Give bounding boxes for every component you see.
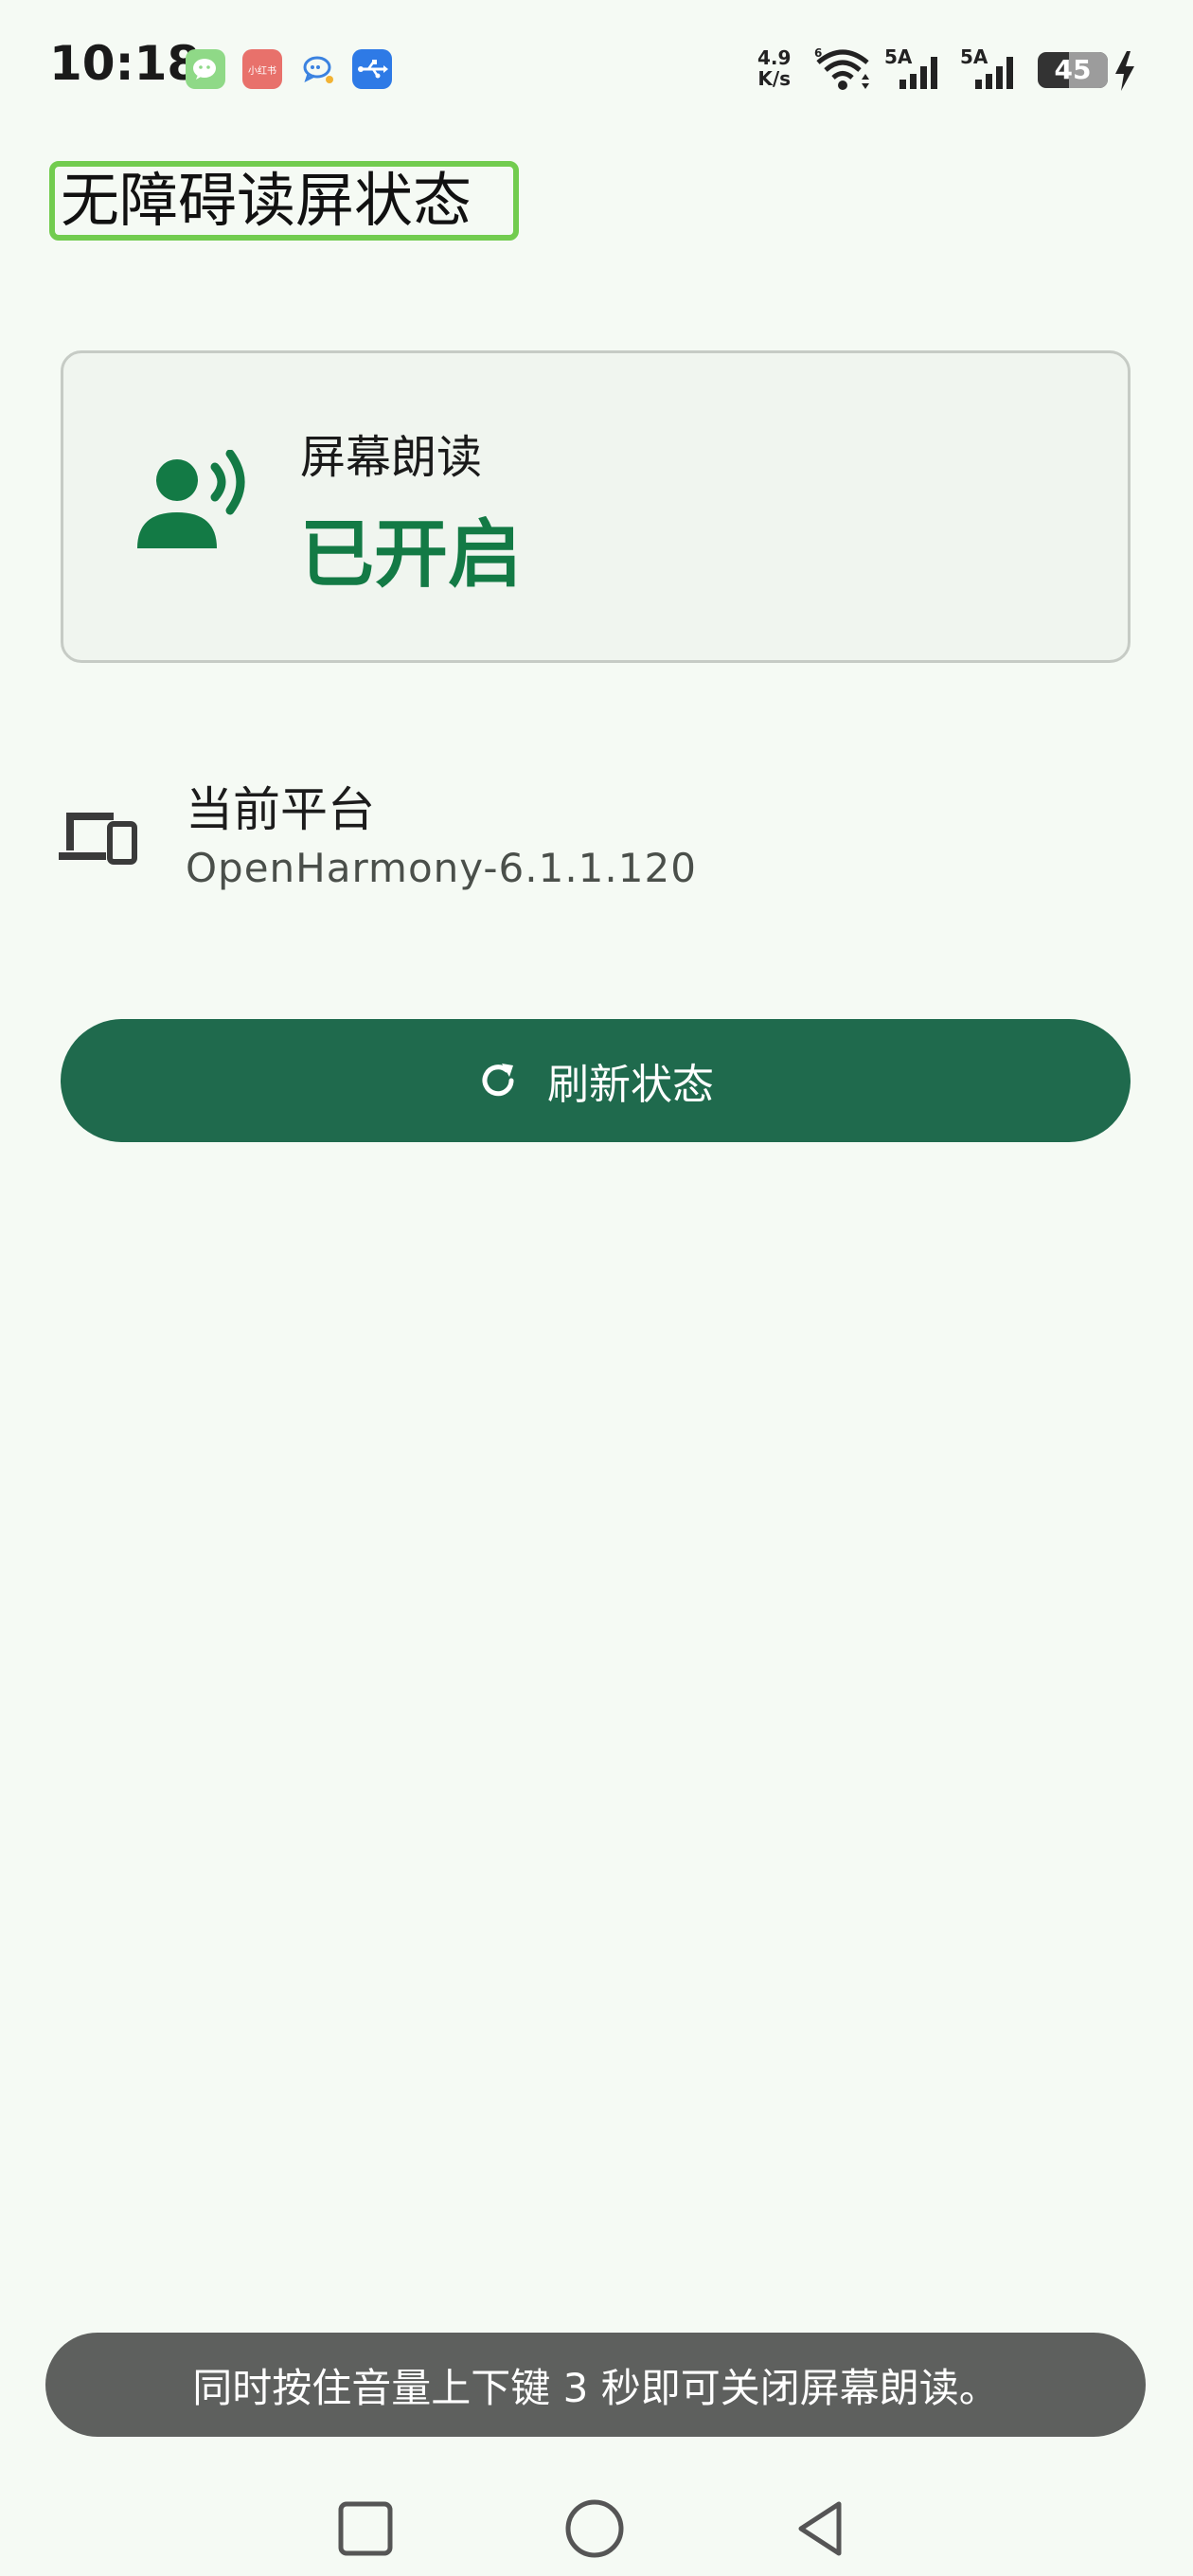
home-button[interactable] [562, 2496, 627, 2561]
refresh-icon [482, 1064, 514, 1097]
back-button[interactable] [790, 2496, 854, 2561]
charging-icon [1115, 51, 1134, 91]
page-title: 无障碍读屏状态 [49, 161, 519, 241]
xhs-label: 小红书 [248, 64, 276, 77]
platform-value: OpenHarmony-6.1.1.120 [186, 845, 697, 891]
sim2-signal-icon: 5A [960, 45, 1023, 93]
xiaohongshu-icon: 小红书 [242, 49, 282, 89]
battery-level: 45 [1054, 54, 1092, 85]
status-bar: 10:18 小红书 4.9 K/s 6 5A 5A 45 [0, 0, 1193, 142]
wechat-icon [186, 49, 225, 89]
refresh-button-label: 刷新状态 [547, 1061, 714, 1109]
battery-icon: 45 [1038, 52, 1108, 88]
toast-message: 同时按住音量上下键 3 秒即可关闭屏幕朗读。 [45, 2333, 1146, 2437]
net-speed: 4.9 K/s [757, 47, 791, 89]
sim1-signal-icon: 5A [884, 45, 947, 93]
screen-reader-status-card: 屏幕朗读 已开启 [61, 350, 1131, 663]
recents-button[interactable] [333, 2496, 398, 2561]
platform-label: 当前平台 [186, 782, 375, 837]
usb-icon [352, 49, 392, 89]
screen-reader-label: 屏幕朗读 [300, 431, 483, 484]
screen-reader-status: 已开启 [300, 512, 523, 598]
devices-icon [59, 813, 137, 865]
refresh-status-button[interactable]: 刷新状态 [61, 1019, 1131, 1142]
voice-person-icon [137, 450, 245, 548]
message-icon [299, 49, 339, 89]
toast-text: 同时按住音量上下键 3 秒即可关闭屏幕朗读。 [192, 2364, 999, 2411]
net-speed-value: 4.9 [757, 46, 792, 69]
wifi-icon: 6 [814, 46, 869, 90]
status-time: 10:18 [49, 36, 201, 91]
net-speed-unit: K/s [757, 67, 792, 90]
svg-text:6: 6 [814, 46, 822, 60]
